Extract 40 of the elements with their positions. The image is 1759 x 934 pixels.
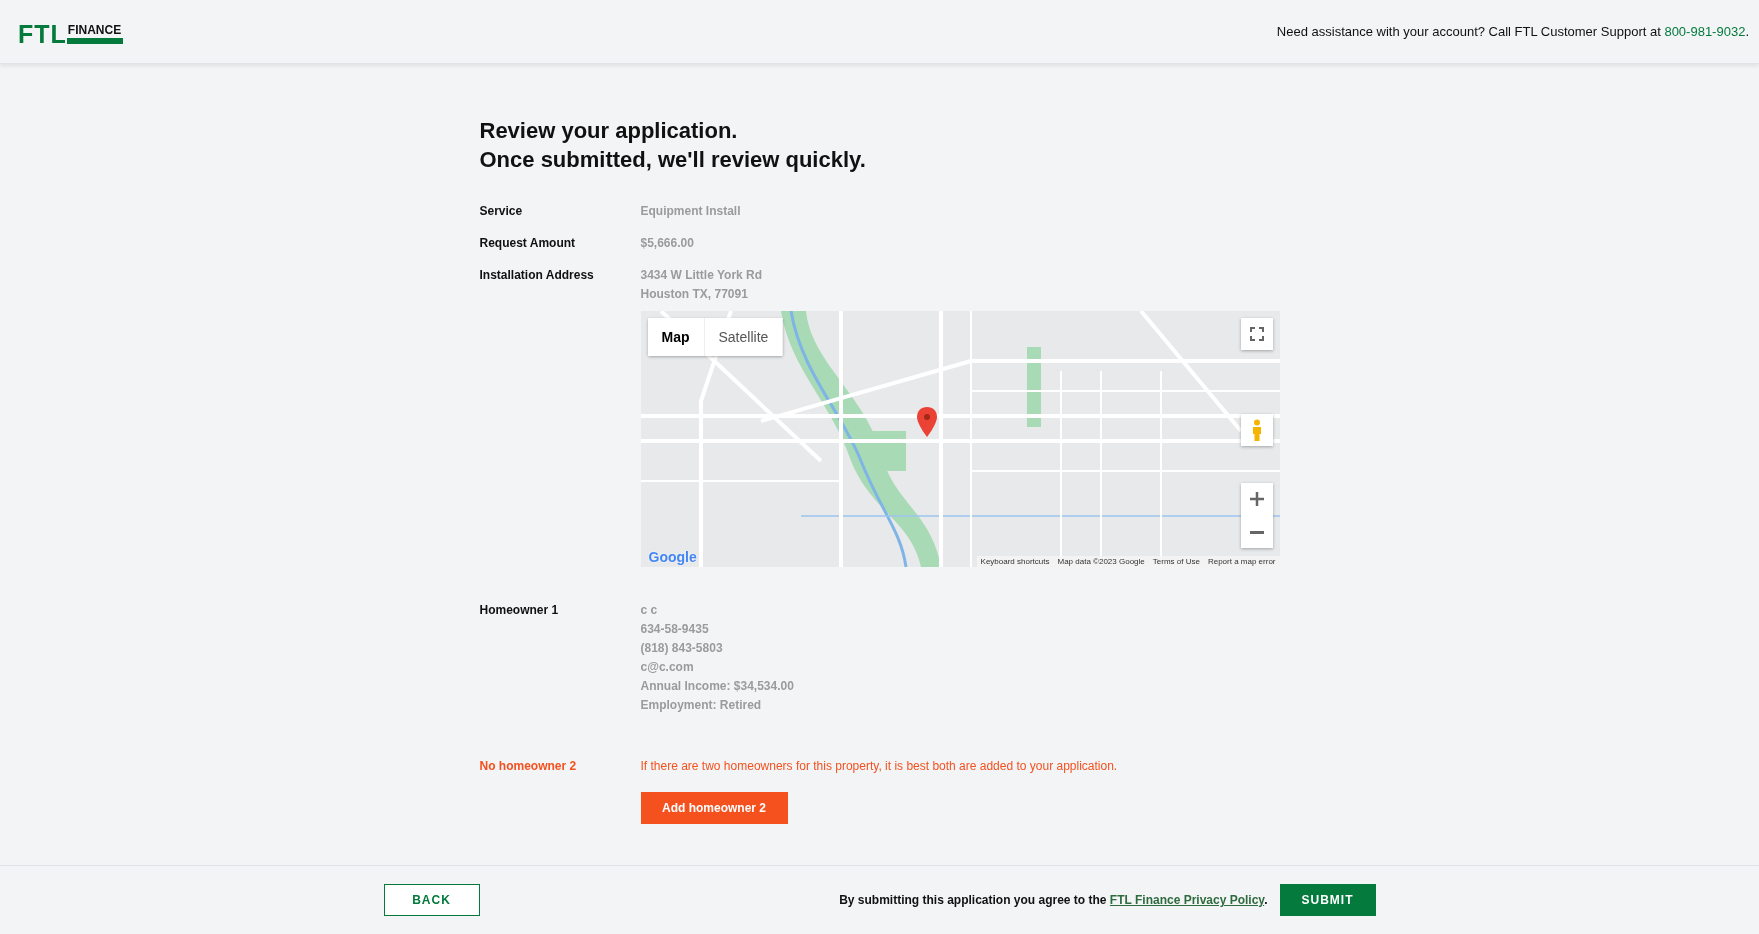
map-attribution-link[interactable]: Report a map error (1203, 556, 1280, 567)
field-value: Equipment Install (640, 203, 742, 220)
map-attribution-link[interactable]: Map data ©2023 Google (1053, 556, 1149, 567)
support-text: Need assistance with your account? Call FTL Customer Support at 800-981-9032. (1276, 24, 1749, 39)
field-value: 3434 W Little York Rd (640, 267, 764, 284)
field-value: 634-58-9435 (640, 621, 710, 638)
plus-icon (1249, 492, 1264, 506)
fullscreen-button[interactable] (1240, 318, 1273, 350)
page-title: Once submitted, we'll review quickly. (479, 146, 867, 174)
minus-icon (1249, 530, 1264, 534)
map-pin-icon[interactable] (916, 407, 937, 437)
map-panel[interactable]: Map Satellite Google Keyboard shortcuts Map data ©2023 Google Terms of Use Report a map error (640, 311, 1280, 567)
missing-label: No homeowner 2 (479, 758, 578, 775)
warning-message: If there are two homeowners for this property, it is best both are added to your application. (640, 758, 1119, 775)
map-attribution-link[interactable]: Terms of Use (1148, 556, 1204, 567)
field-value: $5,666.00 (640, 235, 695, 252)
field-value: Annual Income: $34,534.00 (640, 678, 795, 695)
person-icon (1250, 419, 1263, 441)
field-value: Employment: Retired (640, 697, 763, 714)
fullscreen-icon (1249, 327, 1264, 341)
agreement-text: By submitting this application you agree to the FTL Finance Privacy Policy. (839, 893, 1268, 907)
field-value: (818) 843-5803 (640, 640, 724, 657)
logo-wordmark: FINANCE (66, 23, 124, 44)
submit-button[interactable]: SUBMIT (1279, 884, 1376, 916)
map-type-tab[interactable]: Map (647, 318, 705, 356)
field-label: Request Amount (479, 235, 577, 252)
map-type-tab[interactable]: Satellite (704, 318, 784, 356)
logo-mark: FTL (18, 23, 67, 44)
page-title: Review your application. (479, 117, 739, 145)
map-attribution-link[interactable]: Keyboard shortcuts (976, 556, 1054, 567)
back-button[interactable]: BACK (383, 884, 480, 916)
zoom-in-button[interactable] (1240, 483, 1273, 515)
field-value: Houston TX, 77091 (640, 286, 749, 303)
field-label: Service (479, 203, 524, 220)
field-value: c c (640, 602, 659, 619)
zoom-out-button[interactable] (1240, 516, 1273, 548)
field-label: Installation Address (479, 267, 595, 284)
field-value: c@c.com (640, 659, 695, 676)
field-label: Homeowner 1 (479, 602, 560, 619)
map-logo: Google (648, 549, 697, 565)
